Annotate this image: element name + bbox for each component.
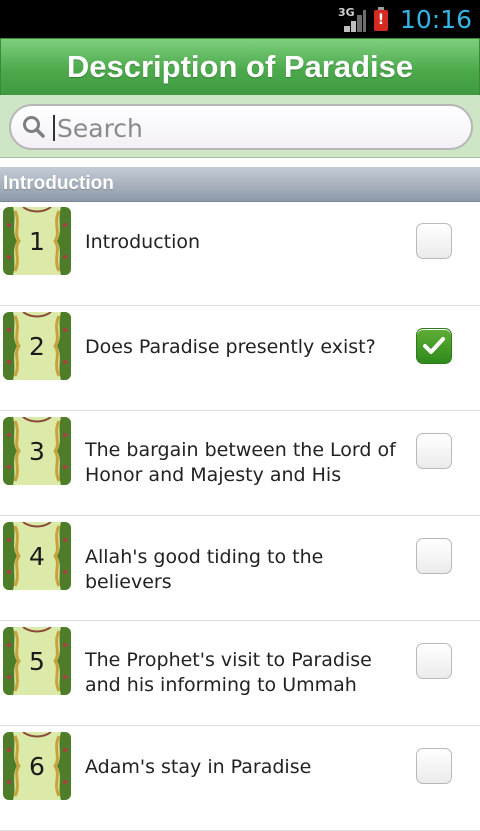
list-item[interactable]: 3 The bargain between the Lord of Honor …: [0, 411, 480, 516]
item-checkbox[interactable]: [416, 538, 452, 574]
signal-icon: 3G: [338, 4, 368, 34]
item-title: The bargain between the Lord of Honor an…: [85, 439, 396, 486]
item-checkbox[interactable]: [416, 433, 452, 469]
list-item[interactable]: 4 Allah's good tiding to the believers: [0, 516, 480, 621]
ornament-thumbnail-icon: 3: [3, 417, 71, 485]
section-title: Introduction: [3, 173, 114, 194]
search-icon: [22, 115, 46, 143]
search-box[interactable]: [9, 104, 473, 150]
item-checkbox[interactable]: [416, 643, 452, 679]
ornament-thumbnail-icon: 1: [3, 207, 71, 275]
status-clock: 10:16: [399, 4, 472, 34]
item-number: 1: [29, 226, 45, 256]
item-title: Introduction: [85, 231, 201, 253]
ornament-thumbnail-icon: 5: [3, 627, 71, 695]
item-title: Allah's good tiding to the believers: [85, 546, 324, 593]
item-number: 3: [29, 436, 45, 466]
battery-alert-icon: !: [373, 7, 388, 31]
list-item[interactable]: 1 Introduction: [0, 201, 480, 306]
item-number: 6: [29, 751, 45, 781]
chapter-list: 1 Introduction 2 Does Paradise presently…: [0, 201, 480, 831]
search-area: [0, 95, 480, 158]
item-number: 5: [29, 646, 45, 676]
section-header: Introduction: [0, 167, 480, 202]
list-item[interactable]: 2 Does Paradise presently exist?: [0, 306, 480, 411]
ornament-thumbnail-icon: 6: [3, 732, 71, 800]
item-title: The Prophet's visit to Paradise and his …: [85, 649, 372, 696]
status-bar: 3G ! 10:16: [0, 0, 480, 38]
title-bar: Description of Paradise: [0, 38, 480, 96]
ornament-thumbnail-icon: 2: [3, 312, 71, 380]
ornament-thumbnail-icon: 4: [3, 522, 71, 590]
item-title: Adam's stay in Paradise: [85, 756, 312, 778]
item-number: 4: [29, 541, 45, 571]
list-item[interactable]: 5 The Prophet's visit to Paradise and hi…: [0, 621, 480, 726]
list-item[interactable]: 6 Adam's stay in Paradise: [0, 726, 480, 831]
item-checkbox[interactable]: [416, 223, 452, 259]
item-checkbox[interactable]: [416, 328, 452, 364]
checkmark-icon: [423, 337, 445, 354]
item-checkbox[interactable]: [416, 748, 452, 784]
item-number: 2: [29, 331, 45, 361]
page-title: Description of Paradise: [66, 49, 414, 84]
search-input[interactable]: [55, 109, 459, 147]
item-title: Does Paradise presently exist?: [85, 336, 376, 358]
